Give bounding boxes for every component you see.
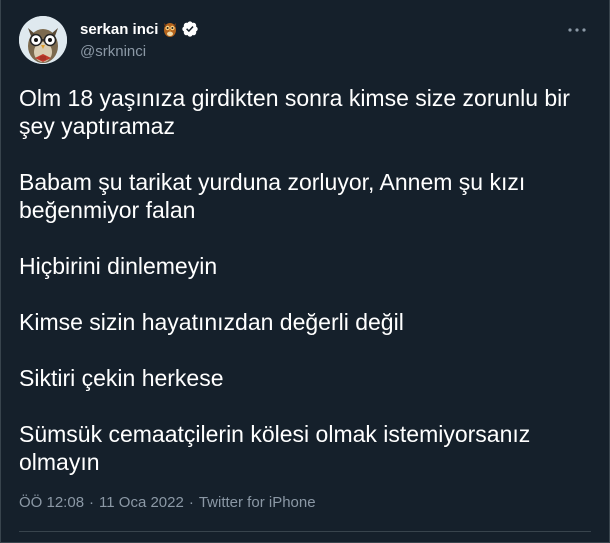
verified-badge-icon: [181, 20, 199, 38]
author-handle[interactable]: @srkninci: [80, 43, 199, 60]
tweet-meta: ÖÖ 12:08 · 11 Oca 2022 · Twitter for iPh…: [19, 494, 316, 511]
tweet-card: serkan inci @srkninci Olm 18 yaşınıza gi…: [0, 0, 610, 543]
tweet-paragraph: Kimse sizin hayatınızdan değerli değil: [19, 309, 404, 335]
tweet-paragraph: Olm 18 yaşınıza girdikten sonra kimse si…: [19, 85, 570, 139]
tweet-paragraph: Hiçbirini dinlemeyin: [19, 253, 218, 279]
author-info: serkan inci @srkninci: [80, 20, 199, 60]
owl-emoji-icon: [163, 21, 177, 37]
tweet-header: serkan inci @srkninci: [19, 16, 591, 72]
tweet-paragraph: Babam şu tarikat yurduna zorluyor, Annem…: [19, 169, 526, 223]
tweet-time[interactable]: ÖÖ 12:08: [19, 494, 84, 511]
tweet-paragraph: Sümsük cemaatçilerin kölesi olmak istemi…: [19, 421, 531, 475]
more-dots-icon[interactable]: [565, 22, 589, 38]
meta-separator: ·: [188, 494, 194, 511]
tweet-date[interactable]: 11 Oca 2022: [99, 494, 184, 511]
tweet-text: Olm 18 yaşınıza girdikten sonra kimse si…: [19, 84, 591, 476]
divider: [19, 531, 591, 532]
display-name[interactable]: serkan inci: [80, 21, 158, 38]
tweet-paragraph: Siktiri çekin herkese: [19, 365, 224, 391]
avatar[interactable]: [19, 16, 67, 64]
owl-avatar-image: [19, 16, 67, 64]
name-row: serkan inci: [80, 20, 199, 38]
tweet-source[interactable]: Twitter for iPhone: [199, 494, 316, 511]
meta-separator: ·: [89, 494, 95, 511]
